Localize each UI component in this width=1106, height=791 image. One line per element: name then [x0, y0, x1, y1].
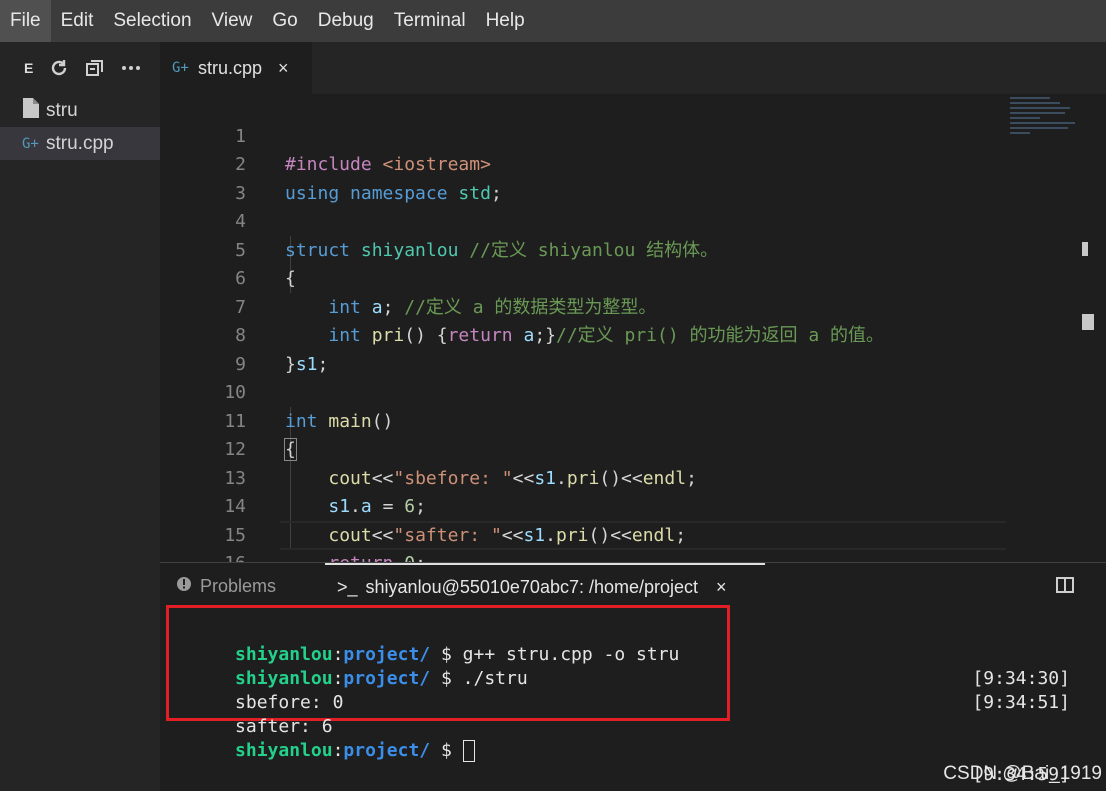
terminal-path: project/	[343, 740, 431, 761]
editor-tab-bar: G+ stru.cpp ×	[160, 42, 1106, 94]
explorer-sidebar: E stru G+ stru.cpp	[0, 42, 160, 791]
terminal-user: shiyanlou	[235, 740, 333, 761]
code-line: 14 cout<<"safter: "<<s1.pri()<<endl;	[160, 465, 1106, 546]
menu-go[interactable]: Go	[262, 0, 307, 42]
watermark: CSDN @Bai_1919	[943, 763, 1102, 784]
tab-label: stru.cpp	[198, 57, 263, 78]
code-line: 2 using namespace std;	[160, 123, 1106, 204]
file-icon	[22, 97, 40, 125]
line-number: 16	[160, 550, 246, 562]
explorer-header: E	[0, 42, 160, 94]
code-line: 13 s1.a = 6;	[160, 436, 1106, 518]
code-line: 3	[160, 151, 1106, 204]
terminal-prompt: $	[440, 740, 452, 761]
close-icon[interactable]: ×	[716, 577, 727, 598]
split-panel-icon[interactable]	[1056, 577, 1074, 593]
menu-view[interactable]: View	[202, 0, 263, 42]
terminal-line: sbefore: 0	[170, 667, 1070, 713]
scrollbar-marker[interactable]	[1082, 314, 1094, 330]
menu-terminal[interactable]: Terminal	[384, 0, 476, 42]
tab-problems[interactable]: Problems	[176, 563, 276, 609]
tab-label: Problems	[200, 575, 277, 596]
code-line: 15 return 0;	[160, 493, 1106, 563]
code-line: 6 int a; //定义 a 的数据类型为整型。	[160, 237, 1106, 318]
scrollbar-marker[interactable]	[1082, 242, 1088, 256]
code-line: 11 {	[160, 379, 1106, 461]
code-line: 1 #include <iostream>	[160, 94, 1106, 176]
code-text: return 0;	[285, 550, 426, 562]
cpp-file-icon: G+	[172, 60, 189, 76]
cpp-file-icon: G+	[22, 135, 39, 152]
tab-label: shiyanlou@55010e70abc7: /home/project	[365, 576, 699, 597]
menu-selection[interactable]: Selection	[103, 0, 201, 42]
menu-edit[interactable]: Edit	[51, 0, 104, 42]
minimap[interactable]	[1010, 94, 1078, 156]
code-line: 12 cout<<"sbefore: "<<s1.pri()<<endl;	[160, 408, 1106, 489]
menu-debug[interactable]: Debug	[308, 0, 384, 42]
code-line: 5 {	[160, 208, 1106, 290]
code-line: 8 }s1;	[160, 294, 1106, 375]
code-line: 10 int main()	[160, 351, 1106, 432]
terminal-output[interactable]: shiyanlou:project/ $ g++ stru.cpp -o str…	[166, 605, 1070, 785]
explorer-title: E	[24, 60, 34, 76]
terminal-cursor	[462, 740, 475, 762]
code-line: 9	[160, 322, 1106, 375]
code-line: 7 int pri() {return a;}//定义 pri() 的功能为返回…	[160, 265, 1106, 347]
code-editor[interactable]: 1 #include <iostream> 2 using namespace …	[160, 94, 1106, 562]
tree-item-label: stru.cpp	[46, 132, 114, 154]
bottom-panel: Problems >_ shiyanlou@55010e70abc7: /hom…	[160, 562, 1106, 791]
code-line: 4 struct shiyanlou //定义 shiyanlou 结构体。	[160, 180, 1106, 261]
terminal-icon: >_	[337, 576, 358, 597]
code-line: 16 }	[160, 522, 1106, 562]
terminal-line: safter: 6	[170, 691, 1070, 737]
info-icon	[176, 576, 192, 597]
more-icon[interactable]	[120, 57, 142, 79]
tree-item-stru[interactable]: stru	[0, 94, 160, 127]
tree-item-label: stru	[46, 99, 78, 121]
terminal-line: shiyanlou:project/ $ g++ stru.cpp -o str…	[235, 644, 1070, 689]
tree-item-stru-cpp[interactable]: G+ stru.cpp	[0, 127, 160, 160]
close-icon[interactable]: ×	[278, 58, 289, 79]
menu-help[interactable]: Help	[476, 0, 535, 42]
terminal-line: shiyanlou:project/ $ ./stru [9:34:51]	[235, 668, 1070, 713]
menu-file[interactable]: File	[0, 0, 51, 42]
tab-terminal[interactable]: >_ shiyanlou@55010e70abc7: /home/project…	[325, 563, 765, 609]
panel-tab-bar: Problems >_ shiyanlou@55010e70abc7: /hom…	[160, 563, 1106, 609]
refresh-icon[interactable]	[48, 57, 70, 79]
tab-stru-cpp[interactable]: G+ stru.cpp ×	[160, 42, 312, 94]
collapse-all-icon[interactable]	[84, 57, 106, 79]
menu-bar: File Edit Selection View Go Debug Termin…	[0, 0, 1106, 42]
terminal-line: shiyanlou:project/ $ [9:34:59]	[235, 740, 1070, 785]
